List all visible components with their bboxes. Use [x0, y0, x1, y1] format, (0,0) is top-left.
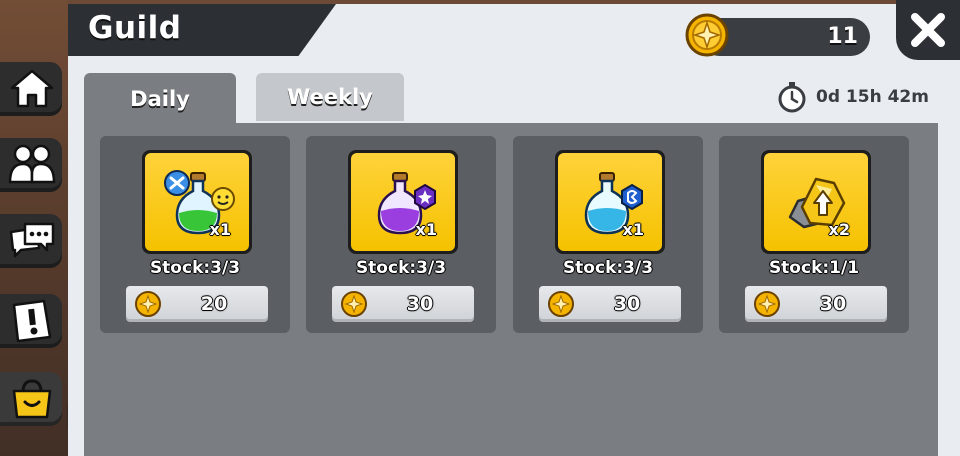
nav-shop-button[interactable] [0, 368, 64, 430]
close-icon [911, 13, 945, 47]
gold-coin-icon [135, 291, 161, 317]
item-quantity: x2 [828, 220, 850, 239]
nav-home-button[interactable] [0, 58, 64, 120]
price-value: 30 [819, 293, 847, 315]
item-stock: Stock:1/1 [768, 258, 860, 278]
reset-timer: 0d 15h 42m [776, 81, 929, 113]
item-tile[interactable]: x2 [761, 150, 871, 254]
currency-value: 11 [827, 24, 858, 49]
item-quantity: x1 [209, 220, 231, 239]
buy-button[interactable]: 30 [745, 286, 887, 322]
timer-text: 0d 15h 42m [816, 87, 929, 107]
nav-alert-button[interactable] [0, 290, 64, 352]
price-value: 30 [613, 293, 641, 315]
buy-button[interactable]: 20 [126, 286, 268, 322]
close-button[interactable] [896, 0, 960, 60]
gold-coin-icon [754, 291, 780, 317]
home-icon [10, 69, 54, 108]
price-value: 20 [200, 293, 228, 315]
side-navigation [0, 0, 68, 456]
gold-coin-icon [341, 291, 367, 317]
shop-bag-icon [12, 379, 52, 419]
item-quantity: x1 [415, 220, 437, 239]
alert-icon [12, 299, 52, 343]
item-stock: Stock:3/3 [149, 258, 241, 278]
tab-weekly[interactable]: Weekly [256, 73, 404, 121]
shop-item-card: x1 Stock:3/3 20 [100, 136, 290, 333]
price-value: 30 [406, 293, 434, 315]
page-title: Guild [88, 10, 182, 46]
item-tile[interactable]: x1 [348, 150, 458, 254]
buy-button[interactable]: 30 [332, 286, 474, 322]
shop-item-card: x2 Stock:1/1 30 [719, 136, 909, 333]
shop-item-card: x1 Stock:3/3 30 [306, 136, 496, 333]
gold-coin-icon [685, 13, 729, 57]
nav-friends-button[interactable] [0, 134, 64, 196]
item-tile[interactable]: x1 [142, 150, 252, 254]
friends-icon [8, 144, 56, 184]
tab-daily[interactable]: Daily [84, 73, 236, 125]
stopwatch-icon [778, 82, 806, 113]
shop-item-card: x1 Stock:3/3 30 [513, 136, 703, 333]
gold-coin-icon [548, 291, 574, 317]
item-tile[interactable]: x1 [555, 150, 665, 254]
chat-icon [9, 222, 55, 258]
item-stock: Stock:3/3 [562, 258, 654, 278]
nav-chat-button[interactable] [0, 210, 64, 272]
buy-button[interactable]: 30 [539, 286, 681, 322]
item-quantity: x1 [622, 220, 644, 239]
item-stock: Stock:3/3 [355, 258, 447, 278]
